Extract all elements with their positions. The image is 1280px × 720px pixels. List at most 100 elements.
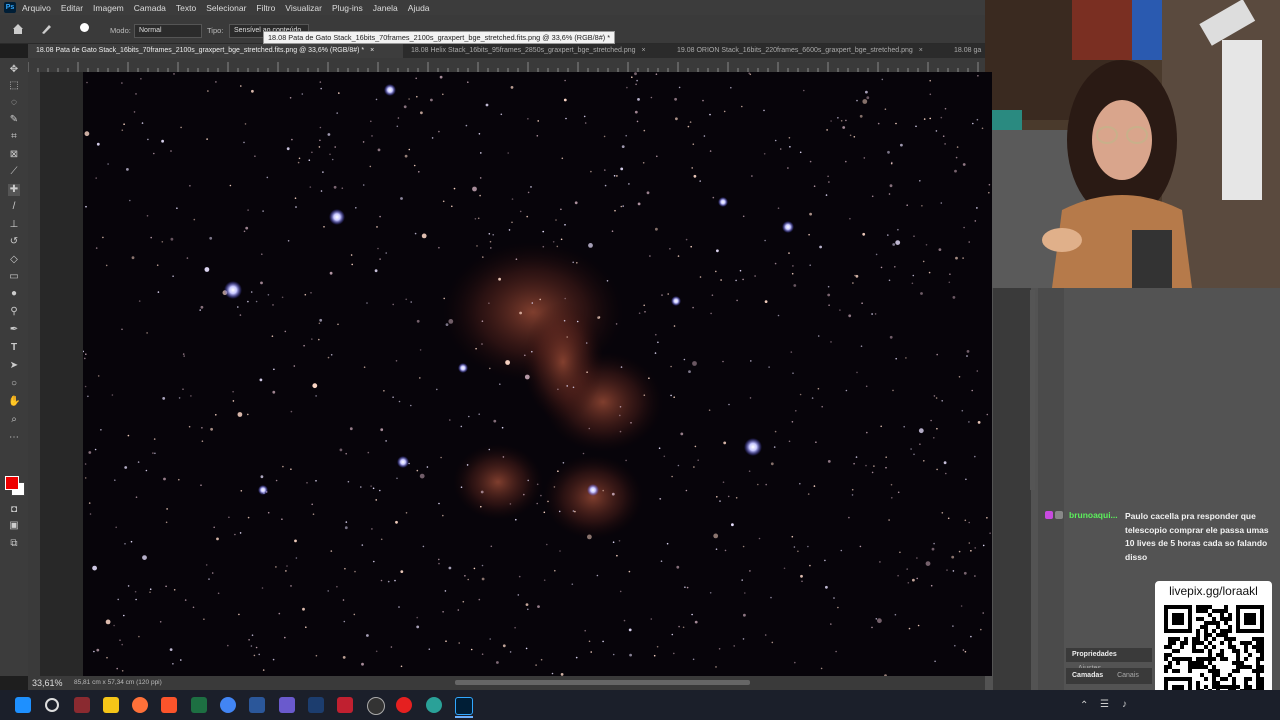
menu-plugins[interactable]: Plug-ins [332, 3, 363, 13]
tab-close-icon[interactable]: × [370, 47, 374, 54]
quick-select-icon[interactable]: ✎ [8, 114, 20, 126]
lasso-icon[interactable]: ◌ [8, 97, 20, 109]
foreground-color-front[interactable] [5, 476, 19, 490]
mode-label: Modo: [110, 26, 131, 35]
tab-label: 19.08 ORION Stack_16bits_220frames_6600s… [677, 47, 913, 54]
brush-icon[interactable]: / [8, 201, 20, 213]
tab-channels[interactable]: Canais [1117, 672, 1139, 679]
excel-icon[interactable] [191, 697, 207, 713]
document-tab-bar: 18.08 Pata de Gato Stack_16bits_70frames… [28, 44, 985, 58]
healing-icon[interactable]: ✚ [8, 184, 20, 196]
brush-size-preview[interactable] [80, 23, 89, 32]
menu-bar: Ps Arquivo Editar Imagem Camada Texto Se… [0, 0, 985, 15]
subscriber-badge-icon [1045, 511, 1053, 519]
layers-panel-tabs: Camadas Canais [1066, 668, 1152, 684]
tab-close-icon[interactable]: × [642, 47, 646, 54]
eraser-icon[interactable]: ◇ [8, 254, 20, 266]
obs-icon[interactable] [367, 697, 385, 715]
shape-icon[interactable]: ○ [8, 378, 20, 390]
brave-icon[interactable] [161, 697, 177, 713]
move-icon[interactable]: ✥ [8, 64, 20, 76]
menu-ajuda[interactable]: Ajuda [408, 3, 430, 13]
gradient-icon[interactable]: ▭ [8, 271, 20, 283]
marquee-icon[interactable]: ⬚ [8, 80, 20, 92]
tab-overflow[interactable]: 18.08 ga [946, 44, 985, 58]
menu-selecionar[interactable]: Selecionar [206, 3, 246, 13]
healing-brush-icon[interactable] [40, 23, 52, 35]
quick-mask-icon[interactable]: ◘ [8, 504, 20, 516]
ruler-vertical [28, 72, 40, 676]
tab-label: 18.08 ga [954, 47, 982, 54]
menu-janela[interactable]: Janela [373, 3, 398, 13]
vertical-scrollbar[interactable] [1030, 290, 1035, 490]
app5-icon[interactable] [426, 697, 442, 713]
mic-icon[interactable]: ♪ [1122, 699, 1127, 710]
tools-panel: ✥ ⬚ ◌ ✎ ⌗ ⊠ ⟋ ✚ / ⊥ ↺ ◇ ▭ ● ⚲ ✒ T ➤ ○ ✋ … [0, 58, 28, 676]
tab-layers[interactable]: Camadas [1072, 672, 1103, 679]
moderator-badge-icon [1055, 511, 1063, 519]
tab-close-icon[interactable]: × [919, 47, 923, 54]
file-explorer-icon[interactable] [103, 697, 119, 713]
tab-properties[interactable]: Propriedades [1072, 651, 1117, 658]
more-icon[interactable]: ⋯ [8, 432, 20, 444]
path-select-icon[interactable]: ➤ [8, 360, 20, 372]
menu-visualizar[interactable]: Visualizar [285, 3, 322, 13]
app4-icon[interactable] [396, 697, 412, 713]
ruler-ticks [27, 62, 979, 72]
home-icon[interactable] [12, 24, 24, 34]
mode-select[interactable]: Normal [134, 24, 202, 38]
qr-label: livepix.gg/loraakl [1169, 584, 1258, 598]
menu-filtro[interactable]: Filtro [256, 3, 275, 13]
menu-camada[interactable]: Camada [134, 3, 166, 13]
word-icon[interactable] [249, 697, 265, 713]
tab-label: 18.08 Helix Stack_16bits_95frames_2850s_… [411, 47, 636, 54]
crop-icon[interactable]: ⌗ [8, 131, 20, 143]
panel-dock-collapsed [993, 288, 1031, 690]
astrophoto-image[interactable] [83, 72, 992, 676]
chat-username[interactable]: brunoaqui... [1069, 510, 1118, 520]
photoshop-taskbar-icon[interactable] [455, 697, 473, 715]
artboard-icon[interactable]: ⧉ [8, 538, 20, 550]
starfield-picture [83, 72, 992, 676]
dodge-icon[interactable]: ⚲ [8, 306, 20, 318]
active-app-indicator [455, 716, 473, 718]
search-icon[interactable] [45, 698, 59, 712]
lightroom-icon[interactable] [308, 697, 324, 713]
menu-texto[interactable]: Texto [176, 3, 196, 13]
zoom-icon[interactable]: ⌕ [8, 414, 20, 426]
firefox-icon[interactable] [132, 697, 148, 713]
pen-icon[interactable]: ✒ [8, 324, 20, 336]
photoshop-logo-icon: Ps [4, 2, 16, 13]
hand-icon[interactable]: ✋ [8, 396, 20, 408]
zoom-level[interactable]: 33,61% [32, 676, 63, 690]
properties-panel-tabs: Propriedades Ajustes [1066, 648, 1152, 672]
webcam-overlay [982, 0, 1280, 288]
chrome-icon[interactable] [220, 697, 236, 713]
document-size: 85,81 cm x 57,34 cm (120 ppi) [74, 679, 162, 686]
frame-icon[interactable]: ⊠ [8, 149, 20, 161]
tab-tooltip: 18.08 Pata de Gato Stack_16bits_70frames… [263, 31, 616, 44]
chat-text: Paulo cacella pra responder que telescop… [1125, 511, 1269, 562]
eyedropper-icon[interactable]: ⟋ [8, 166, 20, 178]
tab-orion[interactable]: 19.08 ORION Stack_16bits_220frames_6600s… [669, 44, 952, 58]
blur-icon[interactable]: ● [8, 288, 20, 300]
type-icon[interactable]: T [8, 342, 20, 354]
app2-icon[interactable] [279, 697, 295, 713]
menu-editar[interactable]: Editar [61, 3, 83, 13]
start-windows-icon[interactable] [15, 697, 31, 713]
tab-pata-de-gato[interactable]: 18.08 Pata de Gato Stack_16bits_70frames… [28, 44, 403, 58]
menu-imagem[interactable]: Imagem [93, 3, 124, 13]
tab-helix[interactable]: 18.08 Helix Stack_16bits_95frames_2850s_… [403, 44, 673, 58]
clone-stamp-icon[interactable]: ⊥ [8, 219, 20, 231]
tray-chevron-icon[interactable]: ⌃ [1080, 700, 1088, 711]
ruler-horizontal [27, 58, 985, 73]
horizontal-scrollbar[interactable] [455, 680, 750, 685]
history-brush-icon[interactable]: ↺ [8, 236, 20, 248]
tab-label: 18.08 Pata de Gato Stack_16bits_70frames… [36, 47, 365, 54]
app-icon[interactable] [74, 697, 90, 713]
type-label: Tipo: [207, 26, 224, 35]
wifi-icon[interactable]: ☰ [1100, 699, 1109, 710]
menu-arquivo[interactable]: Arquivo [22, 3, 51, 13]
app3-icon[interactable] [337, 697, 353, 713]
screen-mode-icon[interactable]: ▣ [8, 520, 20, 532]
